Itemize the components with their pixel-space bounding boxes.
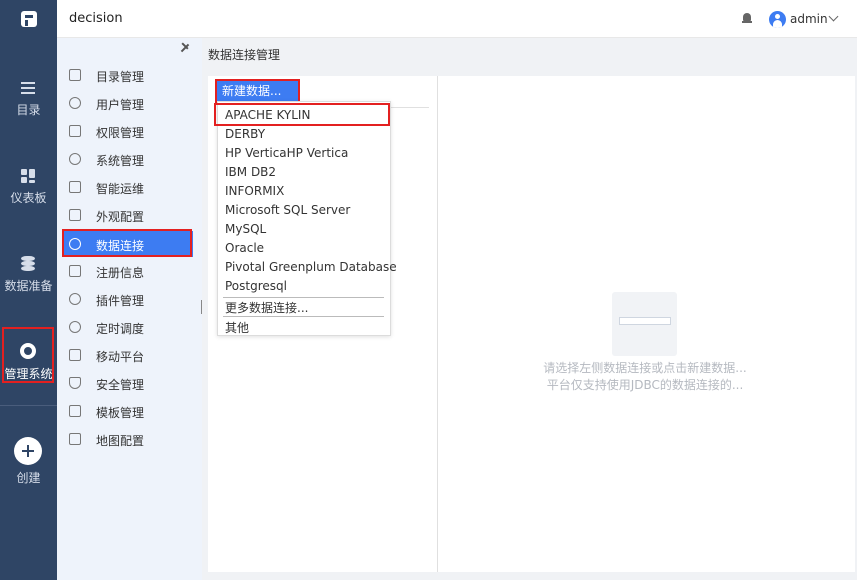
highlight-box (215, 79, 300, 103)
sidebar-item-label: 注册信息 (96, 266, 145, 280)
timer-icon (69, 321, 81, 333)
sidebar-item-label: 用户管理 (96, 98, 145, 112)
sidebar-item-label: 插件管理 (96, 294, 145, 308)
database-icon (21, 256, 35, 272)
dropdown-item-derby[interactable]: DERBY (225, 127, 265, 141)
dropdown-item-postgresql[interactable]: Postgresql (225, 279, 287, 293)
sidebar-item-label: 外观配置 (96, 210, 145, 224)
main-nav-rail: 目录 仪表板 数据准备 管理系统 创建 (0, 38, 57, 580)
sidebar-item-scheduler[interactable]: 定时调度 (57, 314, 202, 340)
sidebar-item-label: 目录管理 (96, 70, 145, 84)
sidebar-item-permissions[interactable]: 权限管理 (57, 118, 202, 144)
sidebar-item-plugins[interactable]: 插件管理 (57, 286, 202, 312)
dropdown-item-mysql[interactable]: MySQL (225, 222, 266, 236)
dropdown-item-hp-vertica[interactable]: HP VerticaHP Vertica (225, 146, 348, 160)
sidebar-item-users[interactable]: 用户管理 (57, 90, 202, 116)
sidebar-item-ops[interactable]: 智能运维 (57, 174, 202, 200)
mobile-icon (69, 349, 81, 361)
dropdown-separator (223, 297, 384, 298)
dropdown-item-sql-server[interactable]: Microsoft SQL Server (225, 203, 350, 217)
sidebar-item-templates[interactable]: 模板管理 (57, 398, 202, 424)
sidebar-item-label: 权限管理 (96, 126, 145, 140)
dropdown-item-more[interactable]: 更多数据连接... (225, 299, 308, 316)
user-avatar-icon[interactable] (769, 11, 786, 28)
rail-item-catalog[interactable]: 目录 (0, 68, 57, 128)
new-connection-dropdown: APACHE KYLIN DERBY HP VerticaHP Vertica … (217, 101, 397, 336)
dropdown-separator (223, 316, 384, 317)
create-button[interactable] (14, 437, 42, 465)
logo-icon (20, 11, 37, 27)
highlight-box (214, 103, 390, 126)
network-icon (69, 181, 81, 193)
sidebar-item-label: 系统管理 (96, 154, 145, 168)
sidebar-item-label: 地图配置 (96, 434, 145, 448)
rail-item-label: 仪表板 (10, 191, 47, 205)
empty-state-text: 请选择左侧数据连接或点击新建数据... (543, 361, 747, 375)
highlight-box (2, 327, 54, 383)
sidebar-item-label: 智能运维 (96, 182, 145, 196)
page-title: 数据连接管理 (208, 48, 281, 62)
sidebar-item-security[interactable]: 安全管理 (57, 370, 202, 396)
dropdown-item-oracle[interactable]: Oracle (225, 241, 264, 255)
template-icon (69, 405, 81, 417)
management-sidebar: 目录管理 用户管理 权限管理 系统管理 智能运维 外观配置 数据连接 注册信息 … (57, 38, 205, 580)
catalog-icon (69, 69, 81, 81)
registration-icon (69, 265, 81, 277)
bell-icon[interactable] (742, 13, 752, 24)
top-bar: decision admin (0, 0, 857, 38)
create-label: 创建 (16, 471, 41, 485)
dropdown-item-ibm-db2[interactable]: IBM DB2 (225, 165, 276, 179)
dashboard-icon (21, 169, 35, 183)
rail-item-label: 目录 (16, 103, 41, 117)
rail-divider (0, 405, 57, 406)
gear-icon (69, 153, 81, 165)
pin-icon[interactable] (180, 43, 190, 53)
sidebar-item-system[interactable]: 系统管理 (57, 146, 202, 172)
shield-icon (69, 377, 81, 389)
sidebar-item-label: 模板管理 (96, 406, 145, 420)
sidebar-item-mobile[interactable]: 移动平台 (57, 342, 202, 368)
sidebar-item-map[interactable]: 地图配置 (57, 426, 202, 452)
map-icon (69, 433, 81, 445)
brush-icon (69, 209, 81, 221)
sidebar-item-catalog[interactable]: 目录管理 (57, 62, 202, 88)
rail-item-data-prep[interactable]: 数据准备 (0, 244, 57, 304)
sidebar-item-appearance[interactable]: 外观配置 (57, 202, 202, 228)
plugin-icon (69, 293, 81, 305)
empty-state-hint: 平台仅支持使用JDBC的数据连接的... (546, 378, 744, 392)
user-icon (69, 97, 81, 109)
list-icon (21, 82, 35, 94)
rail-item-dashboard[interactable]: 仪表板 (0, 156, 57, 216)
sidebar-item-registration[interactable]: 注册信息 (57, 258, 202, 284)
dropdown-item-other[interactable]: 其他 (225, 319, 249, 336)
username[interactable]: admin (790, 12, 828, 26)
sidebar-item-label: 定时调度 (96, 322, 145, 336)
chevron-down-icon[interactable] (828, 11, 839, 22)
highlight-box (62, 229, 192, 257)
app-title: decision (69, 11, 123, 26)
sidebar-item-label: 安全管理 (96, 378, 145, 392)
lock-icon (69, 125, 81, 137)
rail-item-label: 数据准备 (4, 279, 53, 293)
dropdown-item-informix[interactable]: INFORMIX (225, 184, 284, 198)
app-logo[interactable] (0, 0, 57, 38)
dropdown-item-greenplum[interactable]: Pivotal Greenplum Database (225, 260, 397, 274)
sidebar-item-label: 移动平台 (96, 350, 145, 364)
empty-state-illustration (612, 292, 677, 356)
